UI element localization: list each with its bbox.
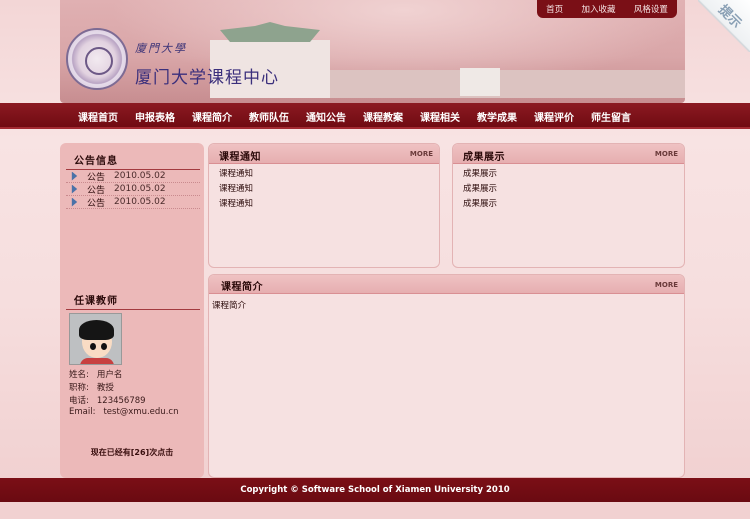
tip-label: 提示 <box>715 2 745 32</box>
more-link[interactable]: MORE <box>655 150 678 158</box>
logo-script: 廈門大學 <box>135 42 187 55</box>
teacher-name-row: 姓名: 用户名 <box>69 368 122 380</box>
campus-tower-image <box>460 68 500 96</box>
sidebar: 公告信息 公告 2010.05.02 公告 2010.05.02 公告 2010… <box>60 143 204 478</box>
avatar-shirt <box>80 358 114 364</box>
avatar-eye <box>90 343 96 350</box>
notice-date: 2010.05.02 <box>114 184 166 194</box>
site-title: 厦门大学课程中心 <box>135 68 279 88</box>
bookmark-link[interactable]: 加入收藏 <box>581 3 615 15</box>
notice-date: 2010.05.02 <box>114 171 166 181</box>
course-notice-item[interactable]: 课程通知 <box>219 182 253 194</box>
home-link[interactable]: 首页 <box>546 3 563 15</box>
teacher-email[interactable]: test@xmu.edu.cn <box>103 407 178 417</box>
course-notice-item[interactable]: 课程通知 <box>219 197 253 209</box>
teacher-name-key: 姓名: <box>69 370 89 380</box>
campus-image <box>330 70 685 98</box>
more-link[interactable]: MORE <box>655 281 678 289</box>
more-link[interactable]: MORE <box>410 150 433 158</box>
achievements-panel: 成果展示 MORE 成果展示 成果展示 成果展示 <box>452 143 685 268</box>
nav-course-intro[interactable]: 课程简介 <box>192 109 232 124</box>
notice-item[interactable]: 公告 2010.05.02 <box>66 170 200 183</box>
achievement-item[interactable]: 成果展示 <box>463 197 497 209</box>
panel-title: 课程通知 <box>219 152 261 163</box>
footer: Copyright © Software School of Xiamen Un… <box>0 478 750 502</box>
nav-lesson-plans[interactable]: 课程教案 <box>363 109 403 124</box>
nav-notices[interactable]: 通知公告 <box>306 109 346 124</box>
divider <box>66 309 200 310</box>
teacher-heading: 任课教师 <box>74 296 118 307</box>
teacher-title-key: 职称: <box>69 383 89 393</box>
notice-date: 2010.05.02 <box>114 197 166 207</box>
panel-title: 成果展示 <box>463 152 505 163</box>
teacher-name: 用户名 <box>96 370 123 380</box>
university-seal-icon <box>66 28 128 90</box>
course-intro-panel: 课程简介 MORE 课程简介 <box>208 274 685 478</box>
nav-course-related[interactable]: 课程相关 <box>420 109 460 124</box>
notice-heading: 公告信息 <box>74 156 118 167</box>
nav-course-evaluation[interactable]: 课程评价 <box>534 109 574 124</box>
panel-title: 课程简介 <box>221 282 263 293</box>
arrow-icon <box>71 171 78 181</box>
achievement-item[interactable]: 成果展示 <box>463 182 497 194</box>
nav-messages[interactable]: 师生留言 <box>591 109 631 124</box>
teacher-title-row: 职称: 教授 <box>69 381 114 393</box>
arrow-icon <box>71 184 78 194</box>
course-notice-item[interactable]: 课程通知 <box>219 167 253 179</box>
teacher-phone-key: 电话: <box>69 396 89 406</box>
panel-header <box>209 275 684 294</box>
notice-item[interactable]: 公告 2010.05.02 <box>66 183 200 196</box>
intro-body: 课程简介 <box>212 301 247 311</box>
tip-corner[interactable]: 提示 <box>698 0 750 52</box>
copyright-text: Copyright © Software School of Xiamen Un… <box>240 485 510 495</box>
course-notice-panel: 课程通知 MORE 课程通知 课程通知 课程通知 <box>208 143 440 268</box>
nav-teachers[interactable]: 教师队伍 <box>249 109 289 124</box>
notice-label: 公告 <box>87 185 106 196</box>
teacher-email-row: Email: test@xmu.edu.cn <box>69 407 178 417</box>
teacher-phone: 123456789 <box>96 396 146 406</box>
style-settings-link[interactable]: 风格设置 <box>634 3 668 15</box>
main-nav: 课程首页 申报表格 课程简介 教师队伍 通知公告 课程教案 课程相关 教学成果 … <box>0 103 750 129</box>
avatar-hair <box>79 320 114 340</box>
teacher-phone-row: 电话: 123456789 <box>69 394 146 406</box>
teacher-avatar <box>69 313 122 365</box>
notice-label: 公告 <box>87 198 106 209</box>
achievement-item[interactable]: 成果展示 <box>463 167 497 179</box>
nav-course-home[interactable]: 课程首页 <box>78 109 118 124</box>
header-banner: 首页 加入收藏 风格设置 廈門大學 厦门大学课程中心 <box>60 0 685 103</box>
top-links: 首页 加入收藏 风格设置 <box>537 0 677 18</box>
nav-forms[interactable]: 申报表格 <box>135 109 175 124</box>
avatar-eye <box>101 343 107 350</box>
visit-counter: 现在已经有[26]次点击 <box>90 448 174 457</box>
teacher-title: 教授 <box>96 383 114 393</box>
notice-label: 公告 <box>87 172 106 183</box>
teacher-email-key: Email: <box>69 407 96 417</box>
notice-item[interactable]: 公告 2010.05.02 <box>66 196 200 209</box>
nav-teaching-results[interactable]: 教学成果 <box>477 109 517 124</box>
arrow-icon <box>71 197 78 207</box>
